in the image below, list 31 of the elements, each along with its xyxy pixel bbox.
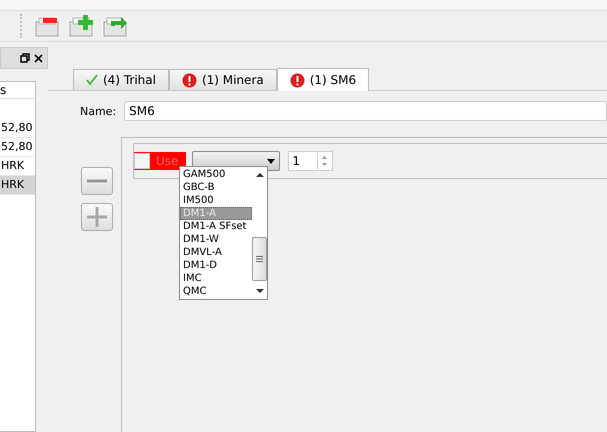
tab[interactable]: (1) SM6	[276, 68, 370, 91]
tray-plus-icon	[67, 14, 95, 38]
restore-icon[interactable]	[20, 53, 30, 63]
dropdown-item[interactable]: DMVL-A	[180, 246, 252, 259]
dropdown-item[interactable]: QMC	[180, 285, 252, 298]
error-icon	[182, 72, 197, 88]
tray-arrow-icon	[101, 14, 129, 38]
dropdown-item[interactable]: GBC-B	[180, 181, 252, 194]
column-header: s	[0, 82, 35, 99]
close-icon[interactable]	[34, 54, 43, 62]
dropdown-item[interactable]: DM1-D	[180, 259, 252, 272]
caret-icon	[267, 158, 276, 164]
quantity-spinbox[interactable]: 1	[288, 151, 334, 171]
name-field[interactable]: SM6	[124, 101, 607, 121]
error-icon	[290, 72, 305, 88]
dropdown-item[interactable]: GAM500	[180, 168, 252, 181]
list-row[interactable]: HRK	[0, 176, 35, 195]
grip-icon	[256, 256, 263, 262]
plus-icon	[87, 207, 107, 227]
dropdown-item[interactable]: DM1-W	[180, 233, 252, 246]
minus-icon	[87, 179, 107, 183]
tab[interactable]: (4) Trihal	[73, 69, 169, 90]
add-button[interactable]	[81, 203, 113, 231]
remove-button[interactable]	[81, 167, 113, 195]
tab[interactable]: (1) Minera	[168, 69, 277, 90]
dropdown-item[interactable]: IMC	[180, 272, 252, 285]
scroll-down-icon[interactable]	[256, 287, 264, 295]
check-icon	[86, 74, 98, 86]
name-label: Name:	[80, 104, 116, 118]
dropdown-item[interactable]: IM500	[180, 194, 252, 207]
dropdown-item[interactable]: DM1-A SFset	[180, 220, 252, 233]
